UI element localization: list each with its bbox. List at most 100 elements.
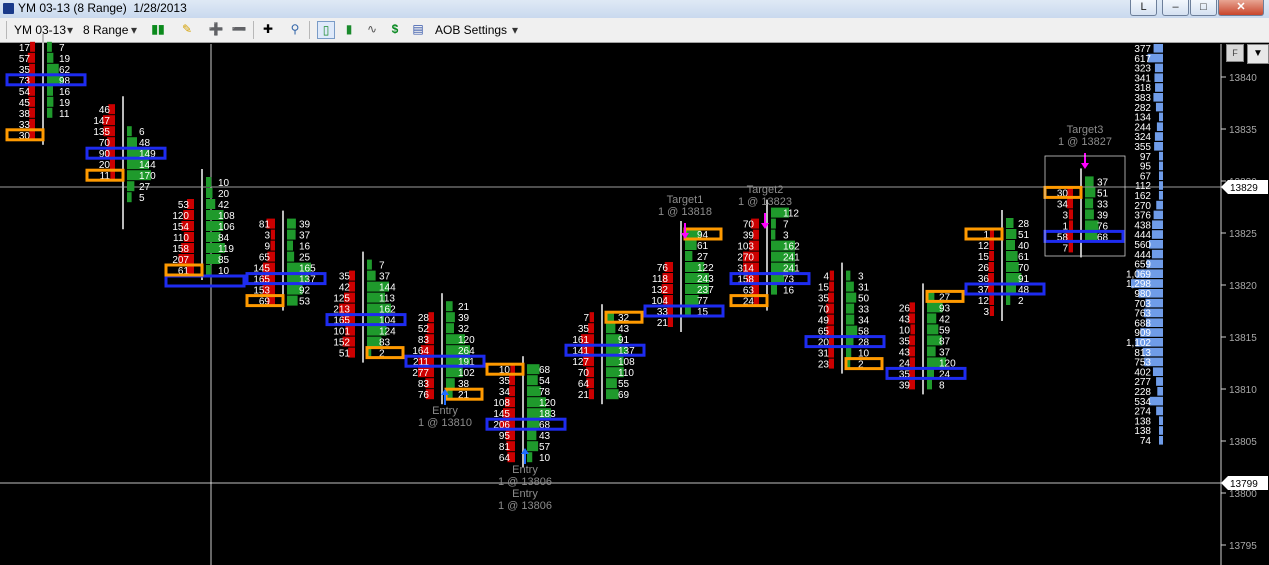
ask-volume-label: 25 [299,253,311,264]
y-tick-label: 13800 [1229,489,1257,500]
ask-volume-label: 78 [539,387,551,398]
bid-volume-label: 110 [173,233,189,244]
volume-profile-bar [1154,63,1163,73]
ask-volume-label: 85 [218,255,230,266]
ask-volume-label: 69 [618,390,630,401]
ask-volume-label: 68 [539,365,551,376]
volume-profile-bar [1151,249,1163,259]
ask-volume-bar [846,270,851,281]
ask-volume-bar [927,346,936,357]
bid-volume-label: 45 [19,98,31,109]
bid-volume-bar [909,357,915,368]
bid-volume-label: 57 [19,54,31,65]
volume-profile-bar [1159,436,1163,445]
bid-volume-label: 65 [259,253,271,264]
bid-volume-label: 23 [818,360,830,371]
bid-volume-bar [989,240,994,250]
bid-volume-label: 15 [978,252,990,263]
volume-profile-bar [1156,377,1163,386]
bid-volume-label: 108 [493,398,510,409]
bid-volume-label: 35 [339,272,351,283]
bid-volume-bar [109,159,115,170]
ask-volume-label: 57 [539,442,551,453]
annotation-label: Entry [512,488,538,500]
ask-volume-bar [446,312,455,323]
volume-profile-bar [1152,367,1163,376]
y-tick-label: 13840 [1229,73,1257,84]
ask-volume-bar [1006,251,1018,261]
bid-volume-label: 4 [823,272,829,283]
ask-volume-label: 144 [139,160,156,171]
ask-volume-label: 102 [458,368,475,379]
bid-volume-label: 17 [19,43,31,54]
bid-volume-label: 3 [1062,210,1068,221]
volume-profile-label: 74 [1140,436,1152,447]
ask-volume-label: 243 [697,274,714,285]
volume-profile-bar [1159,161,1163,171]
ask-volume-label: 162 [783,242,800,253]
ask-volume-label: 108 [218,211,235,222]
bid-volume-label: 43 [899,314,911,325]
bid-volume-label: 101 [333,327,350,338]
bid-volume-label: 70 [818,305,830,316]
ask-volume-bar [846,314,855,325]
bid-volume-label: 3 [264,231,270,242]
ask-volume-label: 43 [539,431,551,442]
ask-volume-label: 19 [59,54,71,65]
bid-volume-label: 34 [499,387,511,398]
bid-volume-label: 120 [172,211,189,222]
ask-volume-label: 108 [618,357,635,368]
ask-volume-label: 6 [139,127,145,138]
volume-profile-bar [1153,44,1163,53]
ask-volume-bar [287,218,296,229]
ask-volume-label: 53 [299,297,311,308]
bid-volume-label: 81 [259,220,271,231]
ask-volume-bar [206,265,212,275]
bid-volume-label: 270 [737,253,754,264]
bid-volume-label: 70 [578,368,590,379]
ask-volume-bar [606,389,619,400]
bid-volume-label: 21 [657,318,669,329]
ask-volume-bar [846,347,852,358]
bid-volume-label: 70 [743,220,755,231]
volume-profile-bar [1155,83,1163,92]
ask-volume-label: 112 [783,209,799,220]
ask-volume-bar [1006,229,1017,239]
volume-profile-bar [1159,426,1163,435]
ask-volume-bar [771,229,776,240]
ask-volume-label: 113 [379,294,395,305]
bid-volume-label: 81 [499,442,511,453]
ask-volume-bar [927,379,932,390]
ask-volume-bar [47,63,59,74]
bid-volume-bar [829,281,834,292]
volume-profile-bar [1154,73,1163,82]
ask-volume-bar [287,240,293,251]
annotation-label: Target3 [1067,124,1104,136]
bid-volume-label: 12 [978,296,990,307]
bid-volume-label: 35 [899,336,911,347]
ask-volume-label: 20 [218,189,230,200]
ask-volume-bar [47,85,53,96]
price-label: 13799 [1230,479,1258,490]
bid-volume-bar [909,302,915,313]
volume-profile-bar [1157,387,1163,396]
bid-volume-bar [828,347,834,358]
ask-volume-label: 59 [939,325,951,336]
ask-volume-bar [1085,209,1094,220]
ask-volume-label: 33 [1097,199,1109,210]
bid-volume-label: 35 [578,324,590,335]
y-tick-label: 13805 [1229,437,1257,448]
bid-volume-label: 118 [652,274,668,285]
bid-volume-label: 76 [418,390,430,401]
ask-volume-label: 33 [858,305,870,316]
ask-volume-bar [1006,240,1015,250]
ask-volume-label: 28 [1018,219,1030,230]
ask-volume-label: 10 [539,453,551,464]
bid-volume-label: 15 [818,283,830,294]
ask-volume-label: 84 [218,233,230,244]
ask-volume-bar [367,259,372,270]
bid-volume-bar [1068,242,1073,253]
bid-volume-bar [989,295,994,305]
ask-volume-label: 122 [697,263,714,274]
ask-volume-label: 19 [59,98,71,109]
